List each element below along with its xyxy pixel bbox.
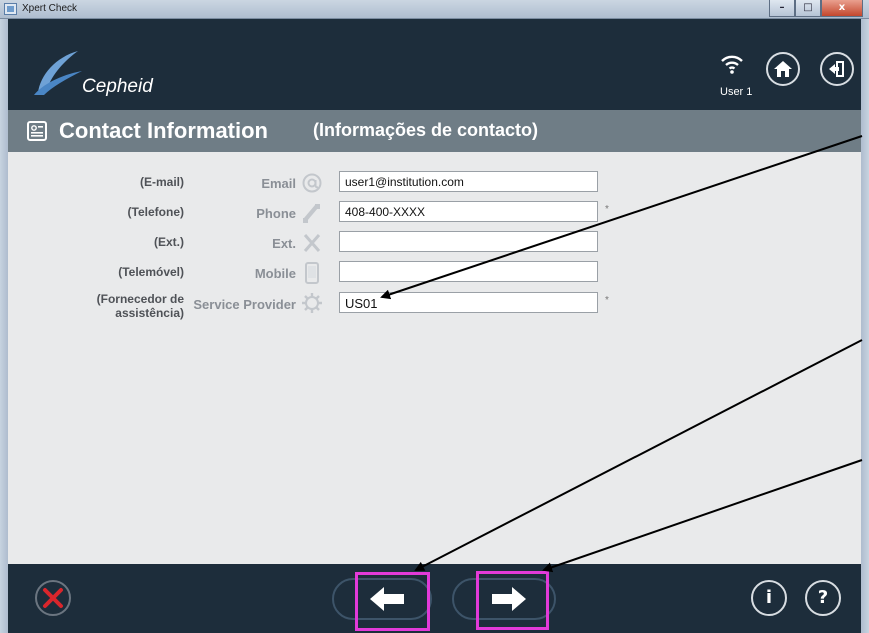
help-button[interactable]: ? — [805, 580, 841, 616]
cancel-button[interactable] — [35, 580, 71, 616]
service-provider-required-marker: * — [605, 295, 609, 306]
ext-label: Ext. — [272, 236, 296, 251]
window-titlebar: Xpert Check – □ x — [0, 0, 869, 19]
app-header: Cepheid User 1 — [8, 19, 861, 110]
page-subtitle: (Informações de contacto) — [313, 120, 539, 140]
window-controls: – □ x — [769, 0, 863, 17]
gear-icon — [302, 293, 322, 313]
cepheid-logo: Cepheid — [30, 49, 190, 99]
logo-swoosh-icon — [34, 51, 82, 95]
window-frame-left — [0, 19, 8, 633]
email-label: Email — [261, 176, 296, 191]
at-icon — [302, 173, 322, 193]
mobile-label: Mobile — [254, 266, 296, 281]
mobile-field[interactable] — [339, 261, 598, 282]
back-button-highlight — [355, 572, 430, 631]
phone-required-marker: * — [605, 204, 609, 215]
window-title: Xpert Check — [22, 3, 78, 14]
app-icon — [4, 3, 17, 15]
info-button[interactable]: i — [751, 580, 787, 616]
wifi-icon — [721, 55, 743, 74]
close-window-button[interactable]: x — [821, 0, 863, 17]
phone-icon — [303, 204, 320, 223]
home-icon — [774, 61, 792, 77]
next-button-highlight — [476, 571, 549, 630]
maximize-button[interactable]: □ — [795, 0, 821, 17]
app-footer: i ? — [8, 564, 861, 633]
contact-card-icon — [27, 121, 47, 141]
email-field[interactable]: user1@institution.com — [339, 171, 598, 192]
phone-label: Phone — [256, 206, 296, 221]
exit-icon — [829, 61, 844, 77]
service-provider-field[interactable]: US01 — [339, 292, 598, 313]
user-label: User 1 — [720, 86, 753, 98]
window-frame-right — [861, 19, 869, 633]
contact-form: (E-mail) Email user1@institution.com (Te… — [8, 152, 861, 564]
minimize-button[interactable]: – — [769, 0, 795, 17]
ext-x-icon — [303, 234, 321, 252]
exit-button[interactable] — [820, 52, 854, 86]
ext-field[interactable] — [339, 231, 598, 252]
page-title: Contact Information — [59, 118, 268, 143]
logo-text: Cepheid — [82, 76, 153, 97]
phone-field[interactable]: 408-400-XXXX — [339, 201, 598, 222]
cancel-x-icon — [43, 588, 63, 608]
mobile-icon — [305, 262, 319, 284]
app-window: Xpert Check – □ x Cepheid User 1 Contact… — [0, 0, 869, 633]
page-title-bar: Contact Information (Informações de cont… — [8, 110, 861, 152]
home-button[interactable] — [766, 52, 800, 86]
service-provider-label: Service Provider — [193, 297, 296, 312]
